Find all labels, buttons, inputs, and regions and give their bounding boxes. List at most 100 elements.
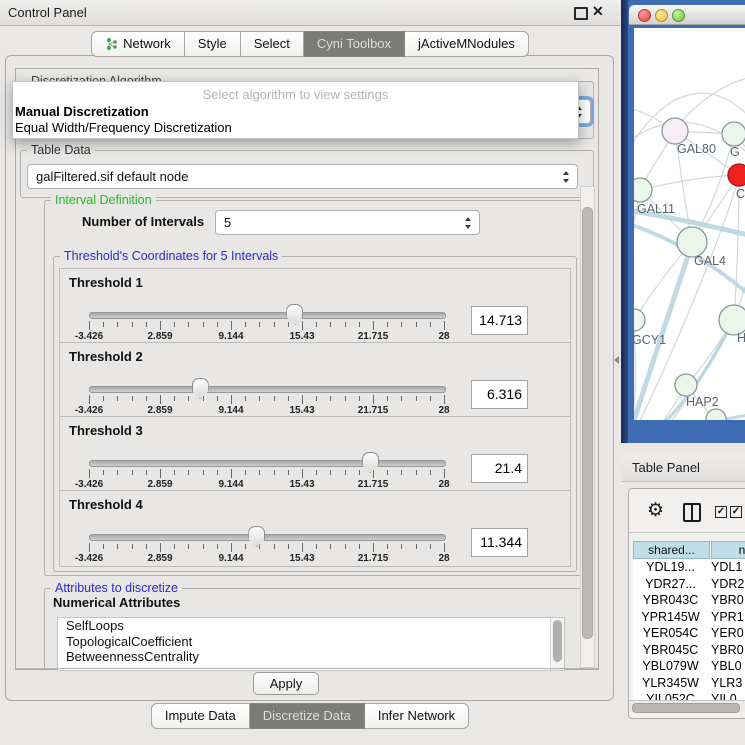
threshold-value-field[interactable]: 21.4	[471, 454, 528, 483]
numerical-attributes-list[interactable]: SelfLoopsTopologicalCoefficientBetweenne…	[57, 617, 565, 671]
table-data-selected-value: galFiltered.sif default node	[36, 169, 188, 184]
table-row[interactable]: YDL19...YDL1	[633, 559, 745, 576]
settings-vertical-scrollbar[interactable]	[580, 186, 595, 668]
tab-cyni-toolbox[interactable]: Cyni Toolbox	[304, 31, 405, 57]
close-window-icon[interactable]	[638, 9, 651, 22]
network-node-g[interactable]	[722, 122, 745, 146]
tab-style[interactable]: Style	[185, 31, 241, 57]
slider-track[interactable]	[89, 534, 446, 541]
network-node-c[interactable]	[728, 164, 745, 186]
table-row[interactable]: YBR043CYBR0	[633, 592, 745, 609]
tab-impute-data[interactable]: Impute Data	[151, 703, 250, 729]
threshold-value-field[interactable]: 11.344	[471, 528, 528, 557]
table-horizontal-scrollbar[interactable]	[629, 700, 745, 712]
threshold-label: Threshold 1	[69, 275, 143, 290]
tick-label: 28	[419, 479, 469, 490]
apply-button[interactable]: Apply	[253, 672, 319, 695]
attributes-scrollbar-thumb[interactable]	[553, 620, 562, 662]
slider-thumb[interactable]	[286, 304, 303, 325]
tick-mark	[146, 396, 147, 401]
table-cell: YBR045C	[633, 642, 708, 659]
tick-mark	[203, 544, 204, 549]
slider-thumb[interactable]	[362, 452, 379, 473]
tick-mark	[160, 543, 161, 552]
tick-label: -3.426	[64, 331, 114, 342]
tick-mark	[174, 544, 175, 549]
network-node-gal4[interactable]	[677, 227, 707, 257]
tick-mark	[203, 470, 204, 475]
column-header-n[interactable]: n	[711, 541, 745, 559]
tick-mark	[103, 470, 104, 475]
thresholds-group-title: Threshold's Coordinates for 5 Intervals	[60, 249, 282, 263]
attributes-scrollbar[interactable]	[550, 618, 564, 670]
tick-mark	[188, 396, 189, 401]
network-node-hap2[interactable]	[675, 374, 697, 396]
tick-mark	[217, 322, 218, 327]
network-node-gcy1[interactable]	[634, 309, 645, 331]
gear-icon[interactable]: ⚙	[647, 501, 664, 520]
table-row[interactable]: YIL052CYIL0	[633, 691, 745, 700]
checkbox-icon[interactable]: ✓	[715, 506, 727, 518]
tab-network[interactable]: Network	[91, 31, 185, 57]
table-row[interactable]: YER054CYER0	[633, 625, 745, 642]
table-cell: YBR0	[711, 592, 744, 609]
minimize-window-icon[interactable]	[655, 9, 668, 22]
tick-mark	[203, 396, 204, 401]
tick-label: 21.715	[348, 553, 398, 564]
list-item[interactable]: TopologicalCoefficient	[58, 634, 564, 650]
threshold-value-field[interactable]: 6.316	[471, 380, 528, 409]
close-panel-icon[interactable]: ✕	[592, 3, 604, 20]
checkbox-icon[interactable]: ✓	[730, 506, 742, 518]
tick-label: 28	[419, 405, 469, 416]
network-node[interactable]	[706, 409, 726, 420]
popup-option-equal-width-frequency-discretization[interactable]: Equal Width/Frequency Discretization	[13, 120, 578, 136]
tick-mark	[132, 396, 133, 401]
slider-track[interactable]	[89, 312, 446, 319]
table-row[interactable]: YLR345WYLR3	[633, 675, 745, 692]
tick-mark	[174, 322, 175, 327]
network-graph[interactable]: GAL80GCGAL11GAL4GCY1HHAP2	[634, 28, 745, 420]
tick-label: 9.144	[206, 331, 256, 342]
tick-mark	[259, 396, 260, 401]
slider-track[interactable]	[89, 386, 446, 393]
tick-mark	[259, 544, 260, 549]
number-of-intervals-combobox[interactable]: 5	[215, 210, 480, 235]
list-item[interactable]: BetweennessCentrality	[58, 649, 564, 665]
tab-jactivemnodules[interactable]: jActiveMNodules	[405, 31, 529, 57]
tab-discretize-data[interactable]: Discretize Data	[250, 703, 365, 729]
table-scrollbar-thumb[interactable]	[632, 703, 740, 713]
table-row[interactable]: YBR045CYBR0	[633, 642, 745, 659]
table-row[interactable]: YDR27...YDR2	[633, 576, 745, 593]
slider-thumb[interactable]	[192, 378, 209, 399]
float-panel-icon[interactable]	[574, 7, 588, 20]
tick-mark	[401, 470, 402, 475]
table-cell: YER054C	[633, 625, 708, 642]
table-row[interactable]: YPR145WYPR1	[633, 609, 745, 626]
table-row[interactable]: YBL079WYBL0	[633, 658, 745, 675]
slider-thumb[interactable]	[248, 526, 265, 547]
split-divider-handle[interactable]	[614, 356, 619, 364]
network-canvas[interactable]: GAL80GCGAL11GAL4GCY1HHAP2	[634, 28, 745, 420]
zoom-window-icon[interactable]	[672, 9, 685, 22]
tick-mark	[387, 322, 388, 327]
slider-track[interactable]	[89, 460, 446, 467]
table-panel-body: ⚙ ✓ ✓ shared...nYDL19...YDL1YDR27...YDR2…	[628, 488, 745, 719]
network-node-gal11[interactable]	[634, 178, 652, 202]
network-node-gal80[interactable]	[662, 118, 688, 144]
column-header-shared-[interactable]: shared...	[633, 541, 710, 559]
footer-divider	[15, 668, 598, 669]
tick-label: 21.715	[348, 405, 398, 416]
tick-mark	[89, 543, 90, 552]
popup-option-manual-discretization[interactable]: Manual Discretization	[13, 104, 578, 120]
split-view-icon[interactable]	[683, 503, 701, 522]
settings-scrollbar-thumb[interactable]	[582, 207, 593, 639]
threshold-value-field[interactable]: 14.713	[471, 306, 528, 335]
tab-infer-network[interactable]: Infer Network	[365, 703, 469, 729]
node-attribute-table[interactable]: shared...nYDL19...YDL1YDR27...YDR2YBR043…	[633, 541, 745, 700]
tick-mark	[245, 470, 246, 475]
network-window-titlebar[interactable]	[629, 5, 745, 25]
list-item[interactable]: SelfLoops	[58, 618, 564, 634]
tick-mark	[373, 395, 374, 404]
tab-select[interactable]: Select	[241, 31, 304, 57]
table-data-combobox[interactable]: galFiltered.sif default node	[27, 164, 578, 189]
